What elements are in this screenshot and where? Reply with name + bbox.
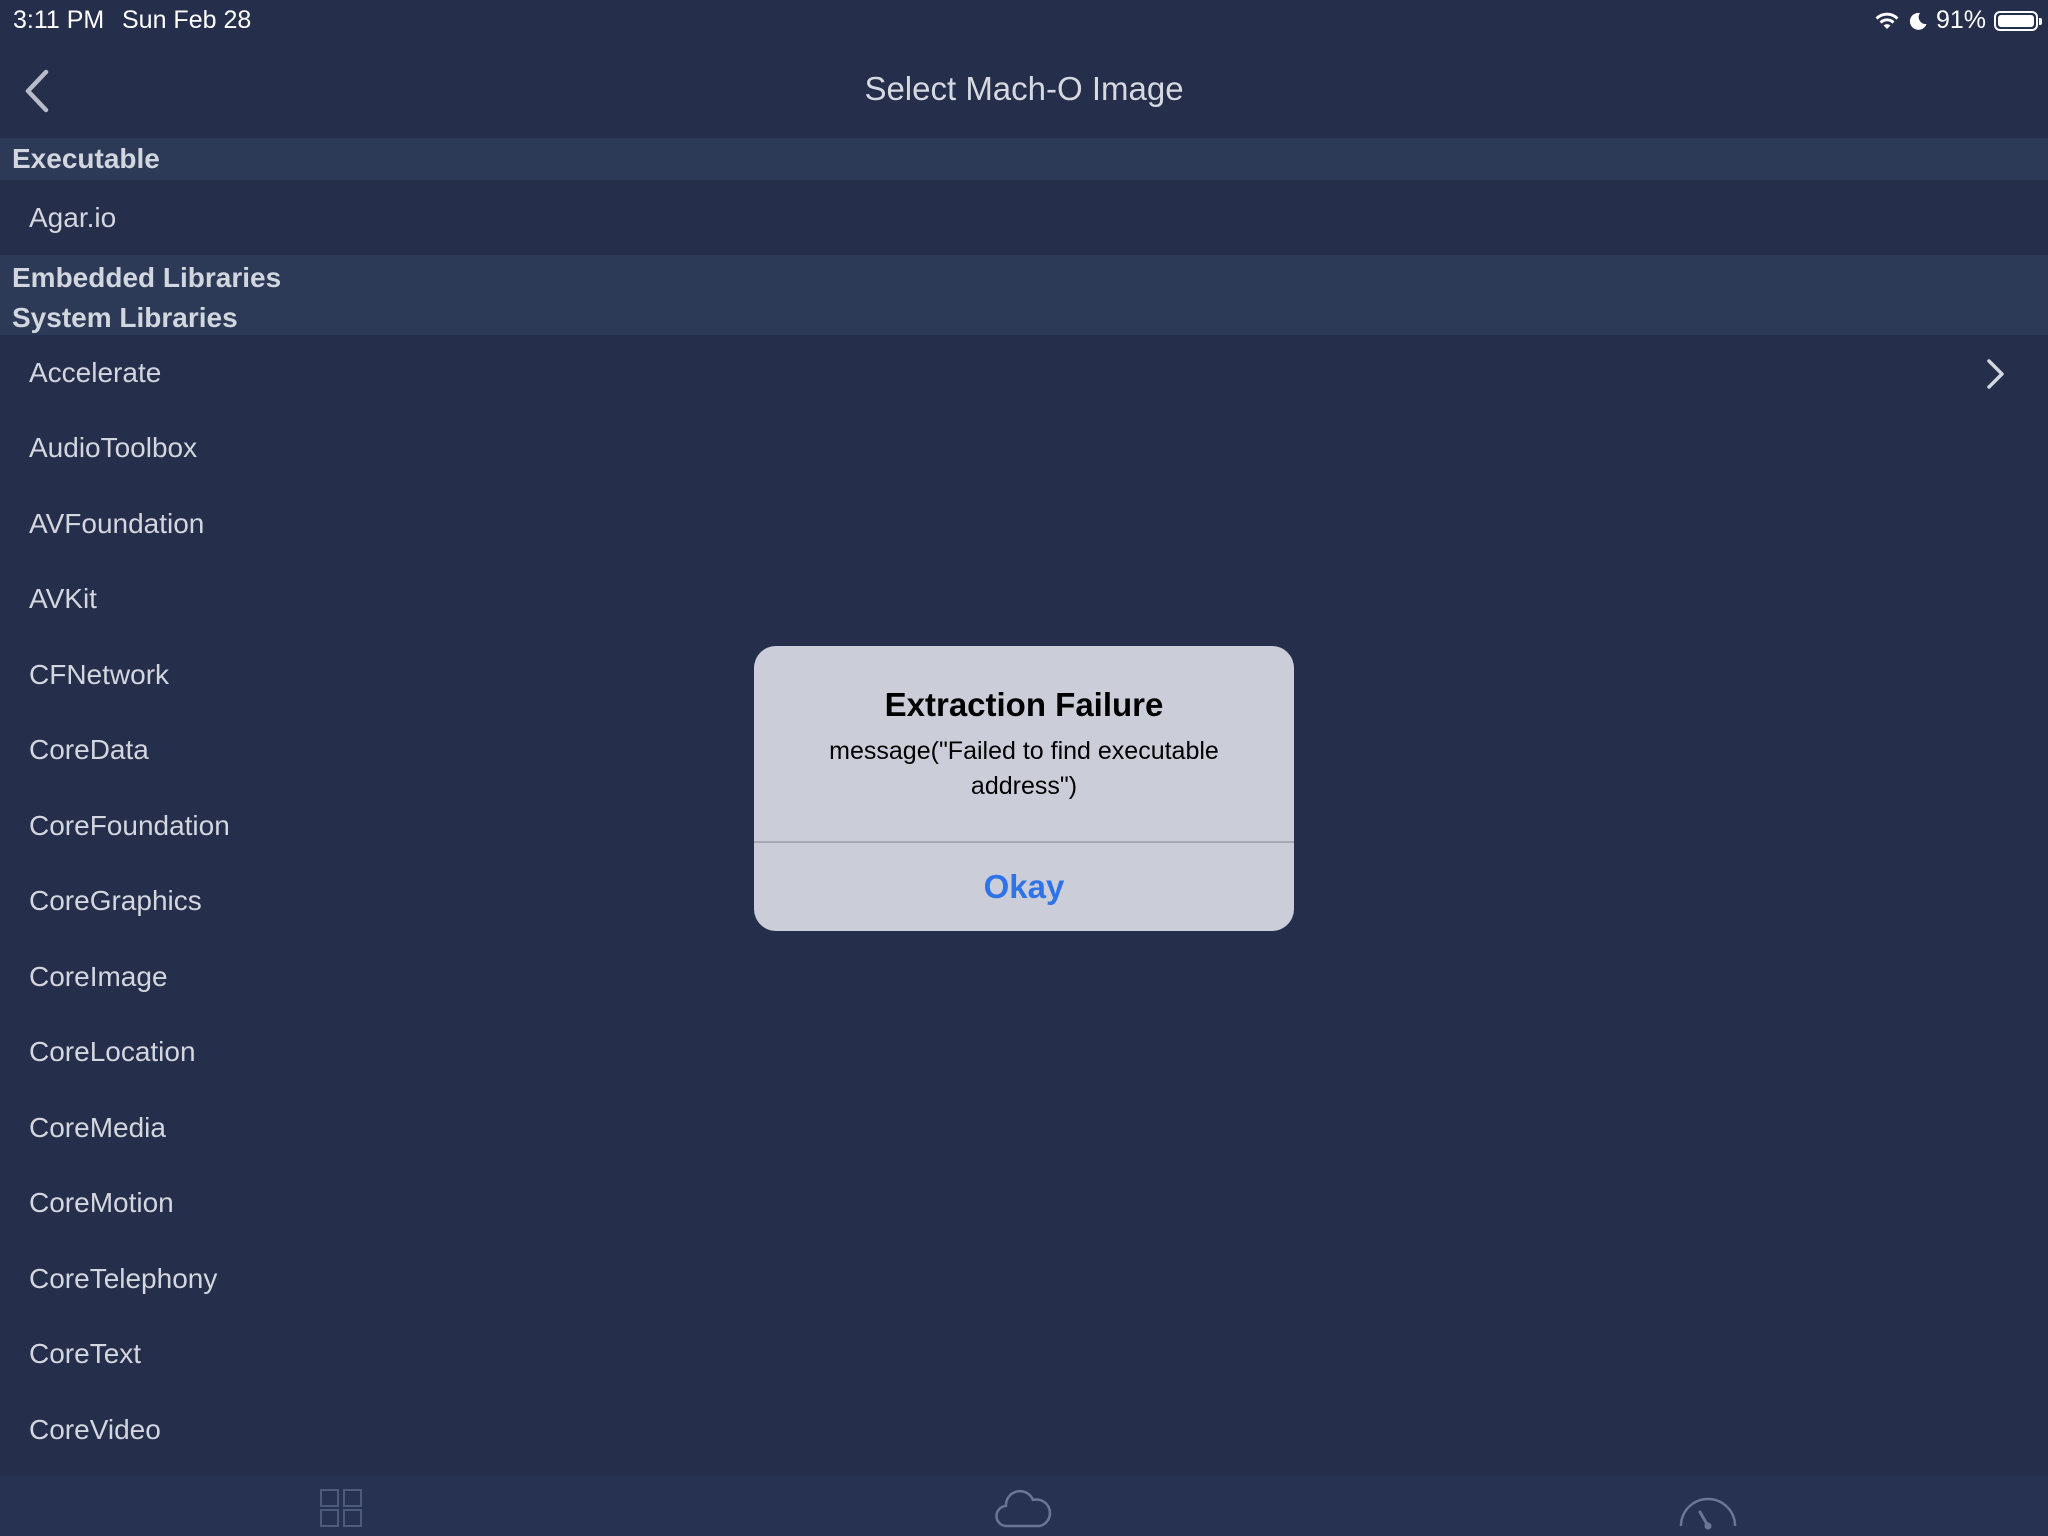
alert-dialog: Extraction Failure message("Failed to fi… [754,646,1294,931]
list-item-label: Accelerate [29,356,162,388]
status-right: 91% [1874,6,2042,35]
list-item-label: CoreVideo [29,1413,161,1445]
list-item-corevideo[interactable]: CoreVideo [0,1392,2048,1467]
list-item-label: CoreMedia [29,1111,166,1143]
list-item-corelocation[interactable]: CoreLocation [0,1014,2048,1089]
list-item-coretelephony[interactable]: CoreTelephony [0,1241,2048,1316]
screen: 3:11 PM Sun Feb 28 91% Select Mach-O Ima… [0,0,2048,1536]
battery-icon [1994,10,2042,31]
list-item-label: AVFoundation [29,507,205,539]
okay-button[interactable]: Okay [754,843,1294,931]
list-item-label: CoreMotion [29,1186,174,1218]
list-item-label: AVKit [29,582,97,614]
tab-cloud[interactable] [993,1482,1053,1532]
tab-grid[interactable] [311,1482,371,1532]
tab-gauge[interactable] [1678,1482,1738,1532]
alert-message: message("Failed to find executable addre… [829,737,1219,800]
list-item-avkit[interactable]: AVKit [0,561,2048,636]
list-item-agar-io[interactable]: Agar.io [0,180,2048,255]
list-item-avfoundation[interactable]: AVFoundation [0,486,2048,561]
section-header-executable: Executable [0,138,2048,180]
list-item-label: CoreText [29,1337,142,1369]
list-item-coreimage[interactable]: CoreImage [0,939,2048,1014]
list-item-label: CoreGraphics [29,884,202,916]
list-item-coremedia[interactable]: CoreMedia [0,1090,2048,1165]
status-date: Sun Feb 28 [122,6,252,34]
battery-percent: 91% [1935,6,1986,34]
list-item-coremotion[interactable]: CoreMotion [0,1165,2048,1240]
moon-icon [1909,12,1927,30]
battery-nub [2039,17,2042,25]
list-item-label: CoreData [29,733,149,765]
list-item-accelerate[interactable]: Accelerate [0,335,2048,410]
list-item-label: AudioToolbox [29,431,198,463]
grid-icon [320,1489,362,1527]
list-item-label: CoreFoundation [29,809,230,841]
list-item-label: CoreLocation [29,1035,196,1067]
chevron-right-icon [1987,359,2004,389]
nav-bar: Select Mach-O Image [0,40,2048,138]
battery-fill [1998,14,2034,27]
status-time: 3:11 PM [13,6,105,34]
list-item-audiotoolbox[interactable]: AudioToolbox [0,410,2048,485]
list-item-coretext[interactable]: CoreText [0,1316,2048,1391]
section-label: Executable [12,143,160,174]
tab-bar [0,1476,2048,1536]
page-title: Select Mach-O Image [864,70,1184,107]
list-item-label: CFNetwork [29,658,170,690]
wifi-icon [1875,12,1899,29]
section-label-embedded: Embedded Libraries [12,262,282,293]
cloud-icon [995,1489,1052,1528]
alert-title: Extraction Failure [884,686,1164,723]
list-item-label: Agar.io [29,201,117,233]
list-item-label: CoreTelephony [29,1262,218,1294]
gauge-icon [1679,1497,1737,1530]
list-item-label: CoreImage [29,960,168,992]
status-bar: 3:11 PM Sun Feb 28 91% [0,0,2048,40]
section-label-system: System Libraries [12,302,238,333]
section-header-libraries: Embedded Libraries System Libraries [0,255,2048,335]
